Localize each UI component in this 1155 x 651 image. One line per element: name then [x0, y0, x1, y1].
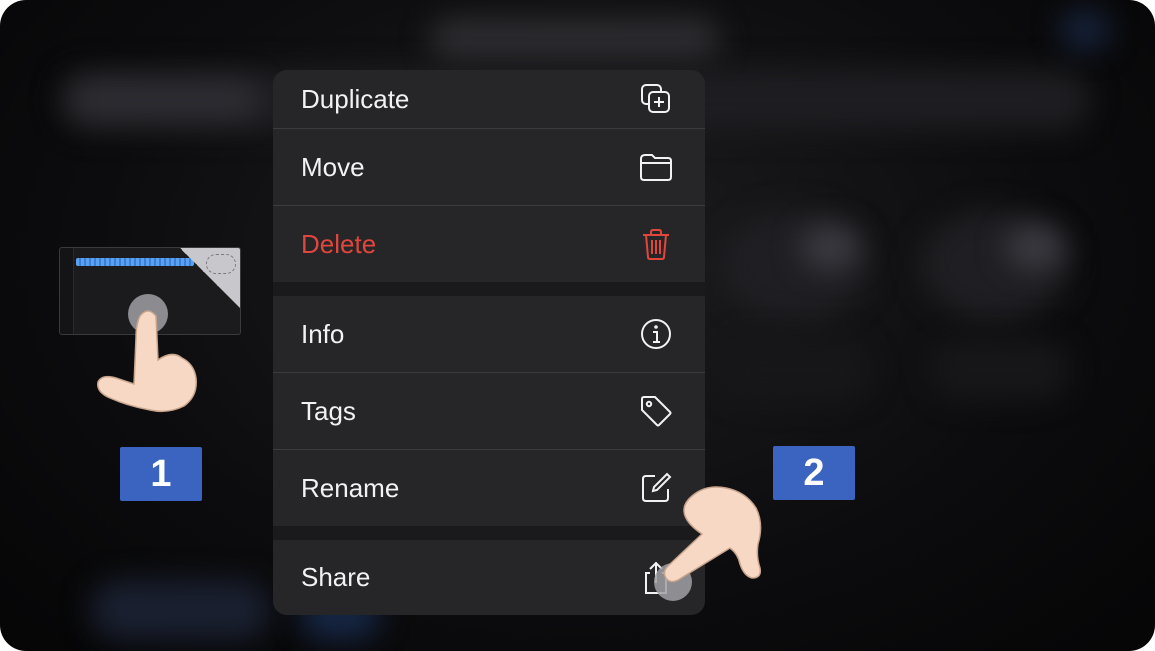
- menu-item-delete[interactable]: Delete: [273, 206, 705, 282]
- audio-waveform: [76, 258, 194, 266]
- blurred-file-label: [720, 340, 870, 400]
- menu-item-rename[interactable]: Rename: [273, 450, 705, 526]
- info-icon: [641, 319, 671, 349]
- menu-item-label: Tags: [301, 395, 356, 426]
- blurred-file-label: [930, 340, 1070, 400]
- menu-item-label: Delete: [301, 228, 377, 259]
- tag-icon: [641, 396, 672, 427]
- blurred-search-field: [70, 82, 260, 118]
- menu-item-share[interactable]: Share: [273, 540, 705, 615]
- step-2-badge: 2: [773, 446, 855, 500]
- folder-icon: [640, 154, 672, 181]
- menu-item-label: Share: [301, 562, 371, 592]
- cloud-icon: [206, 254, 236, 274]
- menu-item-label: Info: [301, 318, 345, 349]
- menu-item-duplicate[interactable]: Duplicate: [273, 70, 705, 128]
- trash-icon: [643, 229, 669, 260]
- menu-item-label: Duplicate: [301, 83, 410, 114]
- hand-pointer-icon: [97, 310, 197, 413]
- menu-item-info[interactable]: Info: [273, 296, 705, 372]
- blurred-file-icon: [800, 225, 860, 270]
- menu-item-tags[interactable]: Tags: [273, 373, 705, 449]
- blurred-tab-bar: [90, 580, 270, 640]
- menu-item-label: Move: [301, 151, 365, 182]
- blurred-top-button: [1060, 10, 1110, 50]
- menu-section-gap: [273, 282, 705, 296]
- menu-item-label: Rename: [301, 472, 400, 503]
- context-menu: Duplicate Move Delete Info Tags Rename S…: [273, 70, 705, 615]
- track-gutter: [60, 248, 74, 334]
- menu-section-gap: [273, 526, 705, 540]
- hand-pointer-icon: [663, 486, 762, 583]
- duplicate-icon: [641, 84, 670, 113]
- menu-item-move[interactable]: Move: [273, 129, 705, 205]
- blurred-file-icon: [1005, 225, 1065, 270]
- step-1-badge: 1: [120, 447, 202, 501]
- screenshot-frame: 1 2 Duplicate Move Delete Info Tags Rena…: [0, 0, 1155, 651]
- blurred-title-bar: [430, 18, 720, 62]
